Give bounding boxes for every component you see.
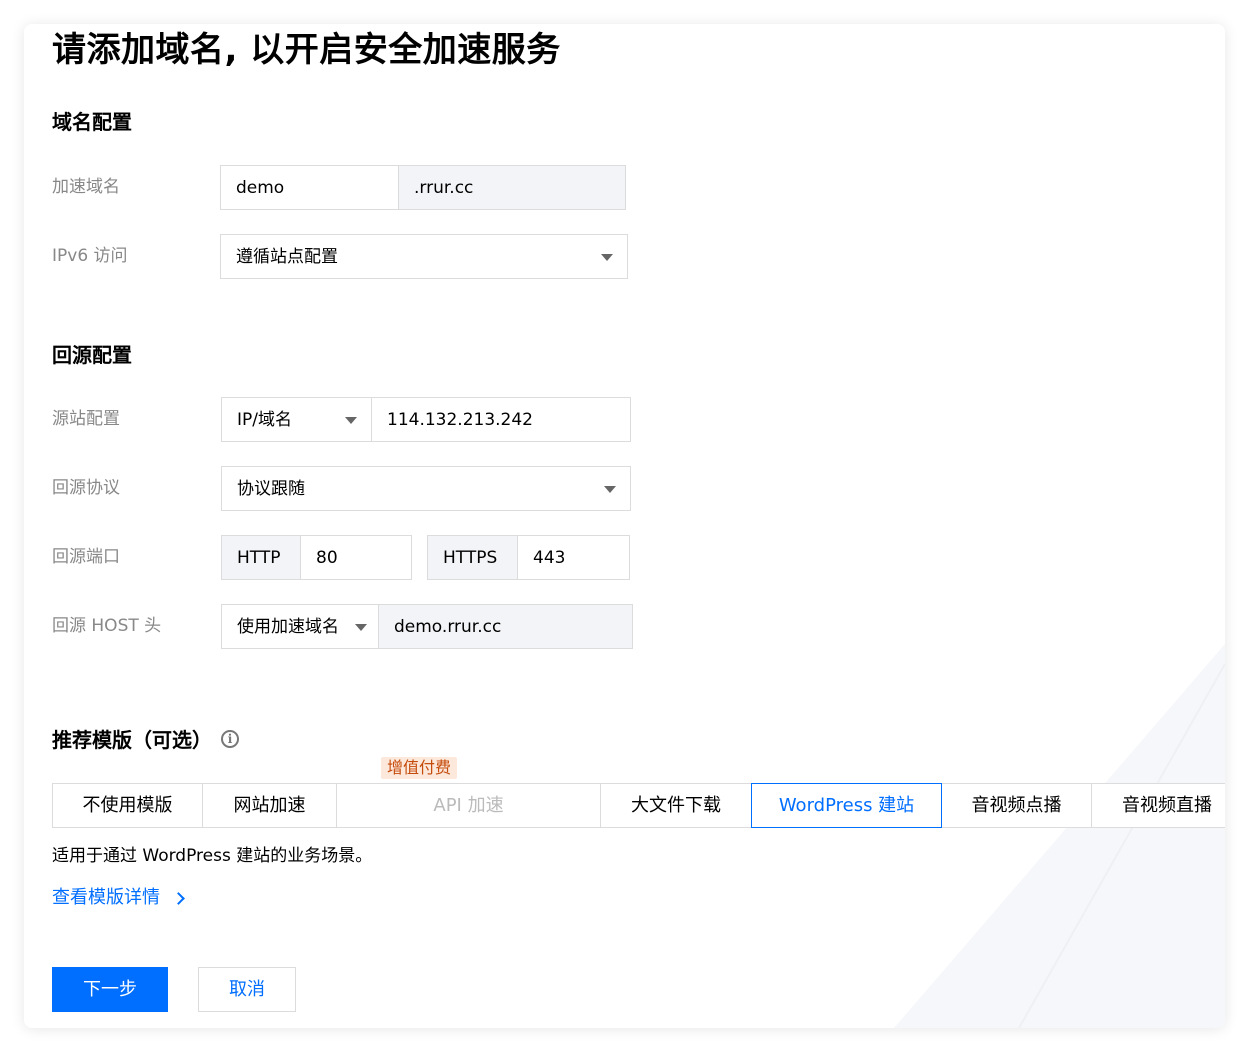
tab-website-acceleration[interactable]: 网站加速	[202, 783, 337, 828]
http-port-addon: HTTP	[221, 535, 301, 580]
template-detail-link-text: 查看模版详情	[52, 887, 160, 908]
tab-live-streaming[interactable]: 音视频直播	[1091, 783, 1225, 828]
host-header-value: demo.rrur.cc	[394, 616, 502, 637]
tab-large-file-download[interactable]: 大文件下载	[600, 783, 752, 828]
chevron-down-icon	[355, 623, 367, 631]
form-card: 请添加域名, 以开启安全加速服务 域名配置 加速域名 demo .rrur.cc…	[24, 24, 1225, 1028]
template-detail-link[interactable]: 查看模版详情	[52, 886, 185, 910]
host-header-select[interactable]: 使用加速域名	[221, 604, 379, 649]
origin-type-select[interactable]: IP/域名	[221, 397, 372, 442]
chevron-right-icon	[172, 892, 185, 905]
next-button[interactable]: 下一步	[52, 967, 168, 1012]
chevron-down-icon	[345, 416, 357, 424]
http-port-label: HTTP	[237, 547, 281, 568]
tab-wordpress[interactable]: WordPress 建站	[751, 783, 942, 828]
ipv6-select[interactable]: 遵循站点配置	[220, 234, 628, 279]
protocol-selected-value: 协议跟随	[237, 478, 305, 499]
tab-no-template[interactable]: 不使用模版	[52, 783, 203, 828]
host-header-selected-value: 使用加速域名	[237, 616, 339, 637]
domain-suffix-addon: .rrur.cc	[398, 165, 626, 210]
http-port-value: 80	[316, 547, 338, 568]
https-port-addon: HTTPS	[427, 535, 518, 580]
origin-address-value: 114.132.213.242	[387, 409, 534, 430]
protocol-label: 回源协议	[52, 478, 120, 498]
tab-vod[interactable]: 音视频点播	[941, 783, 1092, 828]
accel-domain-input[interactable]: demo	[220, 165, 399, 210]
https-port-value: 443	[533, 547, 566, 568]
origin-section-title: 回源配置	[52, 343, 132, 367]
port-label: 回源端口	[52, 547, 120, 567]
https-port-input[interactable]: 443	[517, 535, 630, 580]
template-tabs: 不使用模版 网站加速 API 加速 大文件下载 WordPress 建站 音视频…	[52, 783, 1225, 828]
chevron-down-icon	[604, 485, 616, 493]
http-port-input[interactable]: 80	[300, 535, 412, 580]
template-description: 适用于通过 WordPress 建站的业务场景。	[52, 846, 373, 866]
cancel-button[interactable]: 取消	[198, 967, 296, 1012]
https-port-label: HTTPS	[443, 547, 498, 568]
tab-api-acceleration: API 加速	[336, 783, 601, 828]
host-header-label: 回源 HOST 头	[52, 616, 162, 636]
ipv6-selected-value: 遵循站点配置	[236, 246, 338, 267]
page-title: 请添加域名, 以开启安全加速服务	[52, 30, 561, 70]
origin-label: 源站配置	[52, 409, 120, 429]
domain-suffix: .rrur.cc	[414, 177, 474, 198]
domain-section-title: 域名配置	[52, 110, 132, 134]
value-added-badge: 增值付费	[381, 757, 458, 779]
accel-domain-label: 加速域名	[52, 177, 120, 197]
chevron-down-icon	[601, 253, 613, 261]
info-circle-icon[interactable]: i	[221, 730, 239, 748]
origin-type-value: IP/域名	[237, 409, 292, 430]
ipv6-label: IPv6 访问	[52, 246, 128, 266]
origin-address-input[interactable]: 114.132.213.242	[371, 397, 631, 442]
protocol-select[interactable]: 协议跟随	[221, 466, 631, 511]
accel-domain-value: demo	[236, 177, 285, 198]
host-header-value-field: demo.rrur.cc	[378, 604, 633, 649]
template-section-title: 推荐模版（可选）	[52, 728, 212, 752]
